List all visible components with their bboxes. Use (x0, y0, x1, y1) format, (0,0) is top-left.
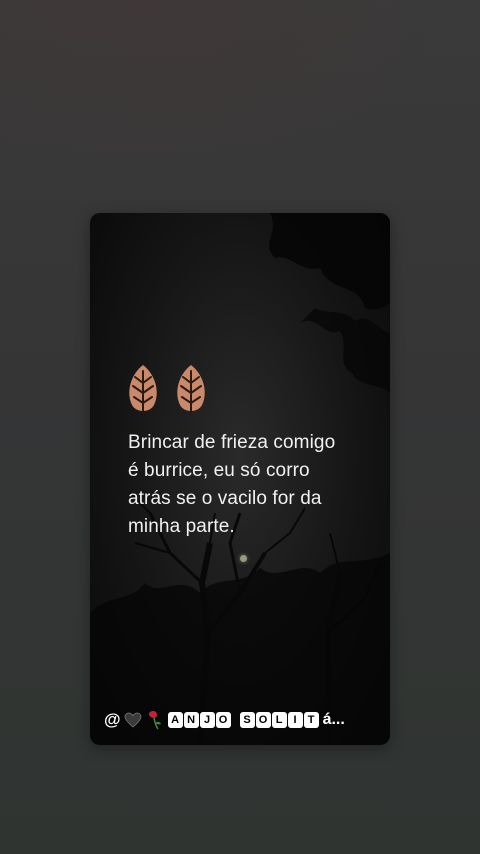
story-card[interactable]: Brincar de frieza comigo é burrice, eu s… (90, 213, 390, 745)
letter-box: O (215, 712, 231, 728)
black-heart-icon (124, 712, 141, 728)
letter-box: T (303, 712, 319, 728)
caption-prefix: @ (104, 710, 121, 729)
letter-box: J (199, 712, 215, 728)
caption-word-anjo: A N J O (167, 712, 231, 728)
quote-text: Brincar de frieza comigo é burrice, eu s… (128, 432, 336, 537)
letter-box: S (239, 712, 255, 728)
quote-mark (124, 363, 210, 415)
caption-suffix: á... (322, 711, 345, 728)
moon-dot (240, 555, 247, 562)
letter-box: L (271, 712, 287, 728)
wilted-rose-icon (148, 711, 161, 730)
caption-word-solit: S O L I T (239, 712, 319, 728)
letter-box: N (183, 712, 199, 728)
leaf-icon (129, 365, 157, 414)
username-caption[interactable]: @ A N J O S O L I T á... (104, 708, 345, 732)
letter-box: I (287, 712, 303, 728)
leaf-icon (177, 365, 205, 414)
letter-box: A (167, 712, 183, 728)
backdrop-tint (0, 0, 480, 200)
letter-box: O (255, 712, 271, 728)
